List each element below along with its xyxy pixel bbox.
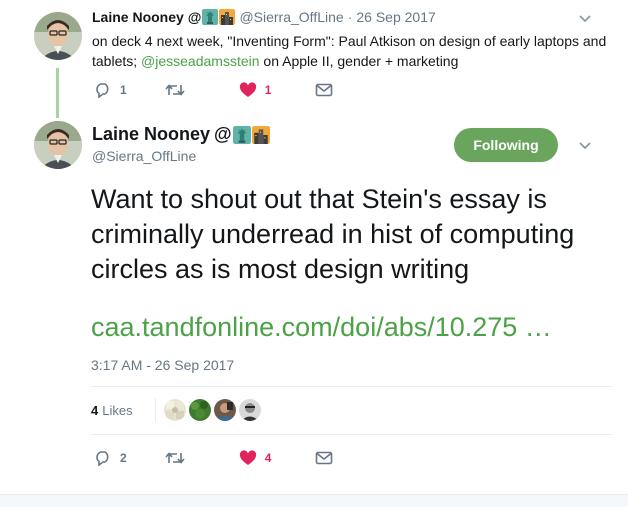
- separator-dot: ·: [347, 9, 353, 25]
- cityscape-icon: [251, 125, 270, 144]
- author-name[interactable]: Laine Nooney: [92, 9, 184, 25]
- retweet-button[interactable]: [165, 451, 185, 465]
- author-name[interactable]: Laine Nooney: [92, 124, 210, 145]
- direct-message-button[interactable]: [315, 451, 333, 465]
- statue-of-liberty-icon: [232, 125, 251, 144]
- divider: [91, 434, 612, 435]
- main-tweet-text: Want to shout out that Stein's essay is …: [91, 184, 575, 284]
- cityscape-icon: [219, 9, 236, 25]
- divider: [154, 398, 156, 422]
- mention-link[interactable]: @jesseadamsstein: [141, 53, 260, 69]
- envelope-icon: [315, 83, 333, 97]
- retweet-button[interactable]: [165, 83, 185, 97]
- following-button[interactable]: Following: [454, 128, 558, 162]
- like-count: 1: [264, 83, 272, 97]
- likes-summary: 4 Likes: [91, 398, 261, 422]
- author-name-at: @: [187, 9, 202, 25]
- divider: [91, 386, 612, 387]
- tweet-text-part: on Apple II, gender + marketing: [259, 53, 459, 69]
- retweet-icon: [165, 83, 185, 97]
- like-button[interactable]: 4: [239, 450, 272, 466]
- main-tweet-author[interactable]: Laine Nooney @: [92, 124, 270, 145]
- main-tweet-actions: 2 4: [94, 450, 333, 466]
- liker-avatar[interactable]: [188, 399, 211, 421]
- parent-tweet-actions: 1 1: [94, 82, 333, 98]
- direct-message-button[interactable]: [315, 83, 333, 97]
- reply-button[interactable]: 1: [94, 82, 127, 98]
- thread-connector-line: [56, 68, 59, 118]
- heart-icon: [239, 82, 257, 98]
- statue-of-liberty-icon: [202, 9, 219, 25]
- like-count: 4: [264, 451, 272, 465]
- reply-count: 2: [120, 451, 127, 465]
- reply-count: 1: [120, 83, 127, 97]
- envelope-icon: [315, 451, 333, 465]
- liker-avatar[interactable]: [238, 399, 261, 421]
- retweet-icon: [165, 451, 185, 465]
- avatar[interactable]: [34, 12, 82, 60]
- tweet-date[interactable]: 26 Sep 2017: [356, 9, 435, 25]
- likes-count[interactable]: 4: [91, 403, 98, 418]
- reply-button[interactable]: 2: [94, 450, 127, 466]
- heart-icon: [239, 450, 257, 466]
- likes-label[interactable]: Likes: [102, 403, 132, 418]
- author-handle[interactable]: @Sierra_OffLine: [239, 9, 343, 25]
- parent-tweet-text: on deck 4 next week, "Inventing Form": P…: [92, 31, 612, 71]
- like-button[interactable]: 1: [239, 82, 272, 98]
- liker-avatar[interactable]: [213, 399, 236, 421]
- parent-tweet-header: Laine Nooney @ @Sierra_OffLine · 26 Sep …: [92, 9, 436, 25]
- liker-avatar[interactable]: [163, 399, 186, 421]
- author-handle[interactable]: @Sierra_OffLine: [92, 148, 196, 164]
- article-link[interactable]: caa.tandfonline.com/doi/abs/10.275 …: [91, 312, 552, 343]
- reply-icon: [94, 82, 112, 98]
- reply-icon: [94, 450, 112, 466]
- chevron-down-icon[interactable]: [578, 141, 592, 151]
- chevron-down-icon[interactable]: [578, 14, 592, 24]
- avatar[interactable]: [34, 121, 82, 169]
- tweet-timestamp[interactable]: 3:17 AM - 26 Sep 2017: [91, 357, 234, 373]
- reply-area-edge: [0, 494, 628, 507]
- author-name-at: @: [214, 124, 232, 144]
